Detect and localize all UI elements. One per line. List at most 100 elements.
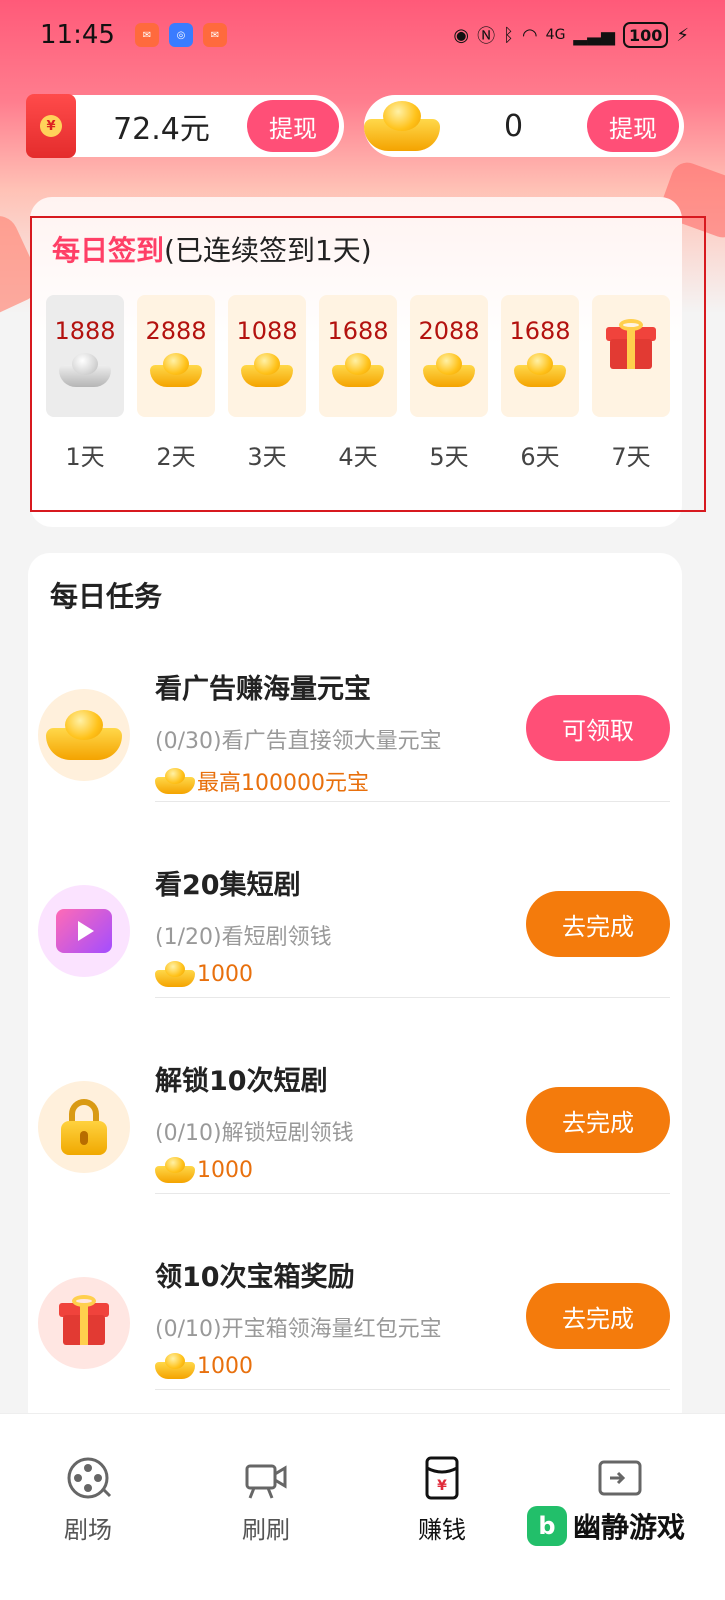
divider xyxy=(155,801,670,802)
claim-button[interactable]: 可领取 xyxy=(526,695,670,761)
signin-day-box: 2888 xyxy=(137,295,215,417)
gold-ingot-icon xyxy=(46,710,122,760)
nav-item-wallet[interactable] xyxy=(560,1454,680,1502)
signin-day-box: 2088 xyxy=(410,295,488,417)
go-complete-button[interactable]: 去完成 xyxy=(526,891,670,957)
task-item: 领10次宝箱奖励 (0/10)开宝箱领海量红包元宝 1000 去完成 xyxy=(28,1231,682,1427)
divider xyxy=(155,1389,670,1390)
status-indicators: ◉ Ⓝ ᛒ ◠ 4G ▂▃▅ 100 ⚡ xyxy=(453,22,689,48)
signin-day-label: 4天 xyxy=(338,443,378,471)
task-desc: (0/30)看广告直接领大量元宝 xyxy=(155,729,442,754)
task-name: 看广告赚海量元宝 xyxy=(155,674,371,705)
signin-day-box: 1688 xyxy=(319,295,397,417)
signin-day[interactable]: 1088 3天 xyxy=(228,295,306,472)
app-notification-icon: ✉ xyxy=(202,23,227,47)
ingot-balance-pill: 0 提现 xyxy=(364,95,684,157)
signin-day-label: 3天 xyxy=(247,443,287,471)
tasks-title: 每日任务 xyxy=(50,580,163,613)
lock-icon xyxy=(61,1099,107,1155)
cash-balance-pill: ¥ 72.4元 提现 xyxy=(26,94,344,158)
daily-signin-card: 每日签到 (已连续签到1天) 1888 1天 2888 2天 1088 3天 1… xyxy=(30,197,682,527)
task-item: 解锁10次短剧 (0/10)解锁短剧领钱 1000 去完成 xyxy=(28,1035,682,1231)
ingot-withdraw-button[interactable]: 提现 xyxy=(587,100,679,152)
task-reward: 最高100000元宝 xyxy=(155,765,369,797)
eye-icon: ◉ xyxy=(453,24,470,46)
nav-label: 赚钱 xyxy=(418,1516,466,1544)
signin-day-amount: 1088 xyxy=(236,317,298,345)
signin-day-amount: 2088 xyxy=(418,317,480,345)
ingot-balance-value: 0 xyxy=(503,108,524,144)
task-name: 看20集短剧 xyxy=(155,870,301,901)
signin-day-amount: 2888 xyxy=(145,317,207,345)
gold-ingot-icon xyxy=(155,961,195,987)
signin-day-amount: 1688 xyxy=(327,317,389,345)
nav-item-earn[interactable]: ¥ 赚钱 xyxy=(382,1454,502,1545)
signin-title-main: 每日签到 xyxy=(52,234,165,267)
charging-icon: ⚡ xyxy=(676,24,689,46)
wallet-icon xyxy=(598,1460,642,1496)
gift-box-icon xyxy=(59,1295,109,1345)
task-reward-text: 1000 xyxy=(197,961,253,987)
gold-ingot-icon xyxy=(155,768,195,794)
task-desc: (0/10)开宝箱领海量红包元宝 xyxy=(155,1317,442,1342)
app-notification-icon: ◎ xyxy=(168,23,193,47)
cash-withdraw-button[interactable]: 提现 xyxy=(247,100,339,152)
wifi-icon: ◠ xyxy=(521,24,538,46)
go-complete-button[interactable]: 去完成 xyxy=(526,1087,670,1153)
gold-ingot-icon xyxy=(150,353,202,387)
nav-item-feed[interactable]: 刷刷 xyxy=(206,1454,326,1545)
signal-icon: ▂▃▅ xyxy=(573,24,615,46)
signin-day[interactable]: 2888 2天 xyxy=(137,295,215,472)
signin-day[interactable]: 1688 6天 xyxy=(501,295,579,472)
red-packet-icon: ¥ xyxy=(425,1456,459,1500)
task-name: 领10次宝箱奖励 xyxy=(155,1262,355,1293)
gold-ingot-icon xyxy=(332,353,384,387)
signin-day-label: 5天 xyxy=(429,443,469,471)
watermark: b 幽静游戏 xyxy=(527,1506,685,1546)
status-time: 11:45 xyxy=(40,20,115,50)
yen-coin-icon: ¥ xyxy=(40,115,62,137)
task-icon-circle xyxy=(38,689,130,781)
task-icon-circle xyxy=(38,885,130,977)
signin-days: 1888 1天 2888 2天 1088 3天 1688 4天 2088 5天 … xyxy=(46,295,670,472)
watermark-text: 幽静游戏 xyxy=(573,1511,686,1544)
gold-ingot-icon xyxy=(155,1157,195,1183)
task-reward-text: 1000 xyxy=(197,1353,253,1379)
svg-text:¥: ¥ xyxy=(437,1478,447,1494)
gold-ingot-icon xyxy=(514,353,566,387)
gold-ingot-icon xyxy=(155,1353,195,1379)
signin-day-label: 2天 xyxy=(156,443,196,471)
red-envelope-icon: ¥ xyxy=(26,94,76,158)
video-play-icon xyxy=(56,909,112,953)
task-desc: (1/20)看短剧领钱 xyxy=(155,925,332,950)
task-item: 看广告赚海量元宝 (0/30)看广告直接领大量元宝 最高100000元宝 可领取 xyxy=(28,643,682,839)
signin-day-box: 1888 xyxy=(46,295,124,417)
task-desc: (0/10)解锁短剧领钱 xyxy=(155,1121,354,1146)
task-reward: 1000 xyxy=(155,961,253,987)
go-complete-button[interactable]: 去完成 xyxy=(526,1283,670,1349)
nav-item-theater[interactable]: 剧场 xyxy=(28,1454,148,1545)
signin-streak-text: (已连续签到1天) xyxy=(164,234,372,267)
silver-ingot-icon xyxy=(59,353,111,387)
divider xyxy=(155,1193,670,1194)
signin-day[interactable]: 1888 1天 xyxy=(46,295,124,472)
signin-day[interactable]: 2088 5天 xyxy=(410,295,488,472)
task-icon-circle xyxy=(38,1277,130,1369)
divider xyxy=(155,997,670,998)
film-reel-icon xyxy=(67,1457,112,1499)
signin-day-label: 1天 xyxy=(65,443,105,471)
signin-day-label: 7天 xyxy=(611,443,651,471)
gold-ingot-icon xyxy=(423,353,475,387)
signin-day[interactable]: 1688 4天 xyxy=(319,295,397,472)
task-reward-text: 最高100000元宝 xyxy=(197,771,369,796)
task-reward: 1000 xyxy=(155,1157,253,1183)
task-icon-circle xyxy=(38,1081,130,1173)
app-notification-icon: ✉ xyxy=(134,23,159,47)
signal-label: 4G xyxy=(545,27,566,43)
signin-day[interactable]: 7天 xyxy=(592,295,670,472)
signin-day-box: 1088 xyxy=(228,295,306,417)
nav-label: 刷刷 xyxy=(242,1516,290,1544)
watermark-logo-icon: b xyxy=(527,1506,567,1546)
bluetooth-icon: ᛒ xyxy=(503,24,514,46)
daily-tasks-card: 每日任务 看广告赚海量元宝 (0/30)看广告直接领大量元宝 最高100000元… xyxy=(28,553,682,1433)
